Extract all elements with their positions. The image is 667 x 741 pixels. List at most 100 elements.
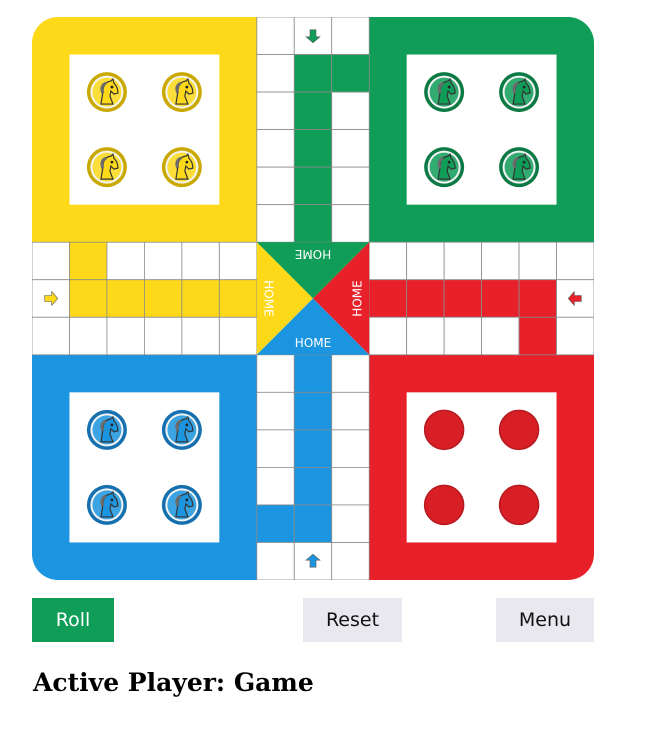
yellow-track-cell[interactable] [69,241,108,281]
track-cell[interactable] [331,391,370,431]
red-yard[interactable] [369,354,594,580]
track-cell[interactable] [331,129,370,168]
red-home-label: HOME [350,280,364,316]
track-cell[interactable] [256,429,295,468]
track-cell[interactable] [256,391,295,431]
track-cell[interactable] [331,429,370,468]
track-cell[interactable] [518,241,557,281]
track-cell[interactable] [144,241,183,281]
track-cell[interactable] [406,241,445,281]
track-cell[interactable] [218,241,258,281]
track-cell[interactable] [331,504,370,543]
track-cell[interactable] [218,316,258,356]
track-cell[interactable] [331,166,370,206]
roll-button[interactable]: Roll [32,598,114,642]
green-yard[interactable] [369,17,594,243]
track-cell[interactable] [181,316,220,356]
track-cell[interactable] [331,204,370,243]
track-cell[interactable] [481,316,520,356]
track-cell[interactable] [69,316,108,356]
menu-button[interactable]: Menu [496,598,594,642]
green-horse-token[interactable] [424,72,465,113]
track-cell[interactable] [32,316,70,356]
board-canvas[interactable]: HOME HOME HOME HOME [32,17,594,580]
track-cell[interactable] [256,129,295,168]
blue-horse-token[interactable] [86,484,127,525]
reset-button[interactable]: Reset [303,598,402,642]
track-cell[interactable] [106,316,145,356]
blue-track-cell[interactable] [256,504,295,543]
red-track-cell[interactable] [518,316,557,356]
track-cell[interactable] [256,17,295,55]
track-cell[interactable] [32,241,70,281]
track-cell[interactable] [556,316,594,356]
track-cell[interactable] [443,316,482,356]
red-track-cell[interactable] [406,279,445,318]
green-track-cell[interactable] [293,91,333,130]
track-cell[interactable] [331,17,370,55]
track-cell[interactable] [181,241,220,281]
blue-track-cell[interactable] [293,391,333,431]
track-cell[interactable] [256,166,295,206]
blue-horse-token[interactable] [86,409,127,450]
blue-track-cell[interactable] [293,429,333,468]
red-track-cell[interactable] [518,279,557,318]
yellow-track-cell[interactable] [218,279,258,318]
yellow-horse-token[interactable] [161,72,202,113]
red-track-cell[interactable] [481,279,520,318]
green-horse-token[interactable] [424,147,465,188]
track-cell[interactable] [256,54,295,93]
green-horse-token[interactable] [499,72,540,113]
yellow-yard[interactable] [32,17,257,243]
yellow-horse-token[interactable] [86,72,127,113]
blue-track-cell[interactable] [293,466,333,506]
track-cell[interactable] [106,241,145,281]
track-cell[interactable] [256,204,295,243]
red-disc-token[interactable] [423,484,465,526]
blue-yard[interactable] [32,354,257,580]
green-track-cell[interactable] [293,204,333,243]
track-cell[interactable] [144,316,183,356]
blue-track-cell[interactable] [293,504,333,543]
green-track-cell[interactable] [293,54,333,93]
track-cell[interactable] [256,354,295,393]
track-cell[interactable] [256,542,295,580]
red-track-cell[interactable] [443,279,482,318]
yellow-home-label: HOME [262,280,276,316]
green-track-cell[interactable] [331,54,370,93]
active-player-status: Active Player: Game [33,668,314,697]
blue-horse-token[interactable] [161,409,202,450]
yellow-horse-token[interactable] [86,147,127,188]
yellow-track-cell[interactable] [144,279,183,318]
track-cell[interactable] [406,316,445,356]
blue-yard-inner [69,392,220,543]
track-cell[interactable] [556,241,594,281]
ludo-board[interactable]: HOME HOME HOME HOME [32,17,594,580]
track-cell[interactable] [331,466,370,506]
track-cell[interactable] [256,466,295,506]
track-cell[interactable] [443,241,482,281]
horse-eye-icon [185,498,189,502]
green-horse-token[interactable] [499,147,540,188]
blue-horse-token[interactable] [161,484,202,525]
red-disc-token[interactable] [498,484,540,526]
horse-eye-icon [110,160,114,164]
track-cell[interactable] [368,241,408,281]
track-cell[interactable] [331,354,370,393]
track-cell[interactable] [331,542,370,580]
green-track-cell[interactable] [293,129,333,168]
track-cell[interactable] [331,91,370,130]
green-track-cell[interactable] [293,166,333,206]
yellow-horse-token[interactable] [161,147,202,188]
track-cell[interactable] [256,91,295,130]
horse-eye-icon [110,85,114,89]
yellow-track-cell[interactable] [69,279,108,318]
red-track-cell[interactable] [368,279,408,318]
yellow-track-cell[interactable] [106,279,145,318]
yellow-track-cell[interactable] [181,279,220,318]
red-disc-token[interactable] [423,409,465,451]
track-cell[interactable] [368,316,408,356]
blue-track-cell[interactable] [293,354,333,393]
red-disc-token[interactable] [498,409,540,451]
track-cell[interactable] [481,241,520,281]
